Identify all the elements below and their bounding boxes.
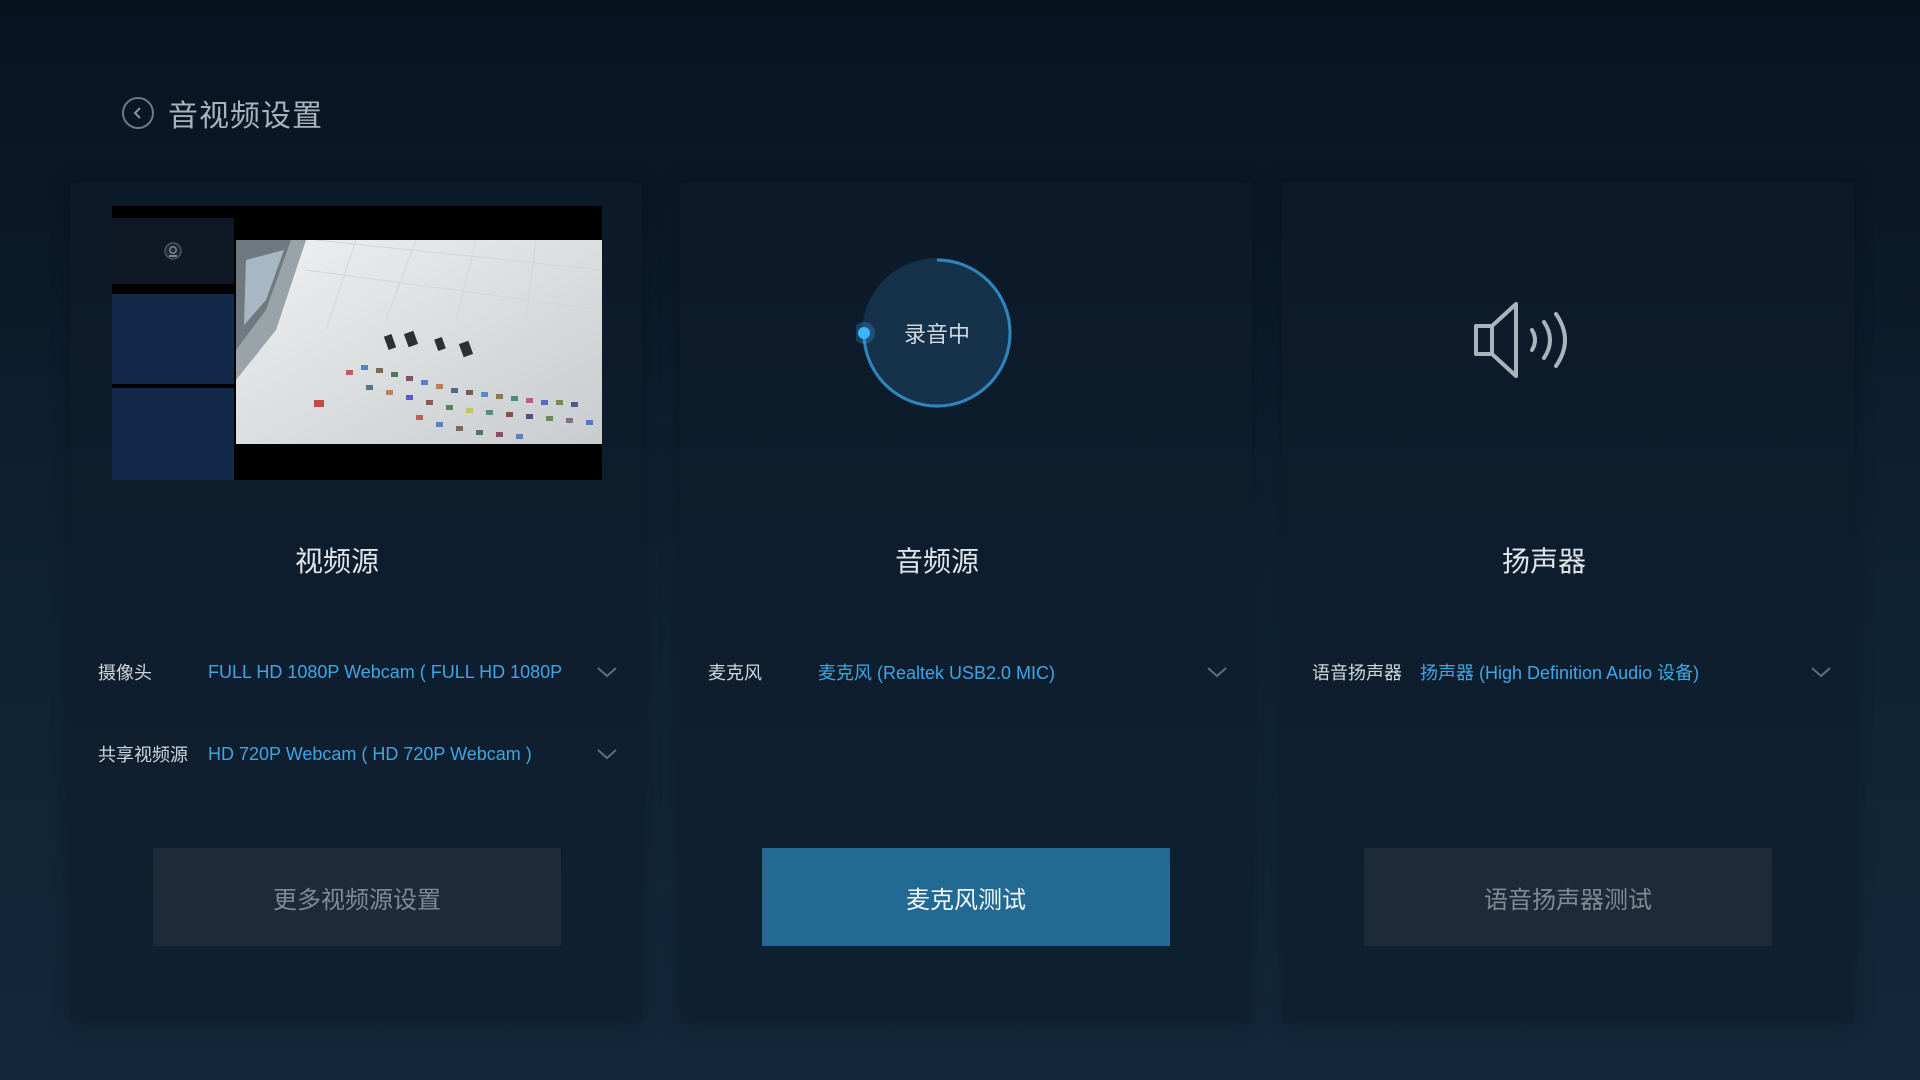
speaker-icon [1474, 302, 1567, 378]
video-thumbnail[interactable] [112, 294, 234, 384]
shared-video-source-value: HD 720P Webcam ( HD 720P Webcam ) [208, 743, 532, 764]
chevron-down-icon[interactable] [1810, 665, 1832, 679]
speaker-test-button[interactable]: 语音扬声器测试 [1364, 848, 1772, 946]
shared-video-source-select[interactable]: 共享视频源 HD 720P Webcam ( HD 720P Webcam ) [98, 734, 618, 774]
recording-status: 录音中 [903, 322, 970, 347]
speaker-panel: 扬声器 语音扬声器 扬声器 (High Definition Audio 设备)… [1282, 182, 1854, 1022]
back-button[interactable] [122, 97, 154, 129]
chevron-down-icon[interactable] [596, 665, 618, 679]
microphone-value: 麦克风 (Realtek USB2.0 MIC) [818, 663, 1056, 683]
header: 音视频设置 [122, 90, 323, 136]
camera-feed-image [236, 240, 602, 444]
video-preview [112, 206, 602, 480]
chevron-down-icon[interactable] [596, 747, 618, 761]
speaker-select[interactable]: 语音扬声器 扬声器 (High Definition Audio 设备) [1312, 652, 1832, 692]
more-video-settings-button[interactable]: 更多视频源设置 [153, 848, 561, 946]
camera-select[interactable]: 摄像头 FULL HD 1080P Webcam ( FULL HD 1080P [98, 652, 618, 692]
speaker-title: 扬声器 [1502, 546, 1587, 577]
audio-source-panel: 录音中 音频源 麦克风 麦克风 (Realtek USB2.0 MIC) 麦克风… [680, 182, 1252, 1022]
microphone-test-button[interactable]: 麦克风测试 [762, 848, 1170, 946]
speaker-label: 语音扬声器 [1312, 663, 1402, 683]
webcam-icon [164, 242, 182, 260]
speaker-value: 扬声器 (High Definition Audio 设备) [1420, 663, 1700, 683]
chevron-down-icon[interactable] [1206, 665, 1228, 679]
camera-value: FULL HD 1080P Webcam ( FULL HD 1080P [208, 661, 563, 682]
shared-video-source-label: 共享视频源 [98, 745, 188, 765]
microphone-select[interactable]: 麦克风 麦克风 (Realtek USB2.0 MIC) [708, 652, 1228, 692]
camera-feed [236, 240, 602, 444]
video-thumbnail-camera[interactable] [112, 218, 234, 284]
video-thumbnail-list [112, 206, 234, 480]
chevron-left-icon [133, 107, 141, 119]
camera-label: 摄像头 [98, 663, 152, 683]
audio-source-title: 音频源 [895, 546, 980, 577]
video-source-panel: 视频源 摄像头 FULL HD 1080P Webcam ( FULL HD 1… [70, 182, 642, 1022]
video-source-title: 视频源 [295, 546, 380, 577]
page-title: 音视频设置 [168, 100, 323, 133]
video-thumbnail[interactable] [112, 388, 234, 480]
recording-indicator: 录音中 [856, 258, 1012, 408]
microphone-label: 麦克风 [708, 663, 762, 683]
